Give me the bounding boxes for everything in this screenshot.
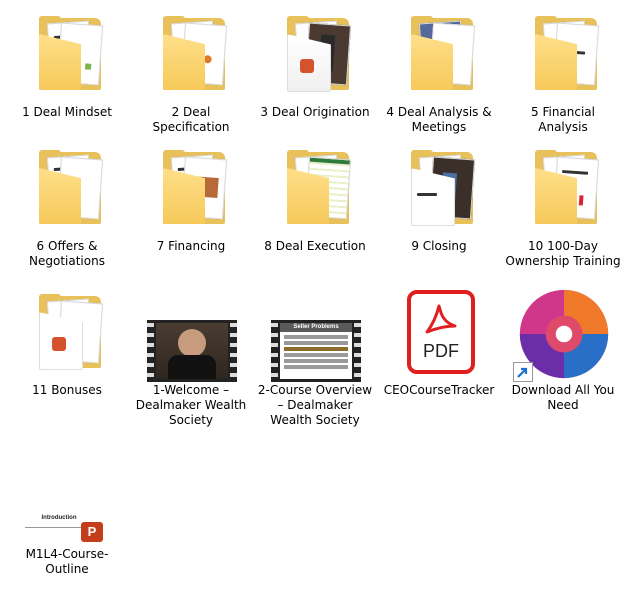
folder-item-closing[interactable]: 9 Closing [377,150,501,254]
shortcut-arrow-icon [513,362,533,382]
folder-icon [129,16,253,102]
seller-problems-title: Seller Problems [280,323,352,332]
acrobat-icon [425,304,457,334]
folder-icon [253,150,377,236]
video-item-course-overview[interactable]: Seller Problems 2-Course Overview – Deal… [253,294,377,428]
item-label: 1-Welcome – Dealmaker Wealth Society [135,383,247,427]
item-label: 9 Closing [411,239,467,253]
video-file-icon [129,294,253,382]
item-label: 10 100-Day Ownership Training [505,239,621,268]
folder-item-bonuses[interactable]: 11 Bonuses [5,294,129,398]
item-label: 11 Bonuses [32,383,102,397]
folder-icon [129,150,253,236]
item-label: 2 Deal Specification [152,105,230,134]
pdf-label: PDF [423,341,459,361]
item-label: Download All You Need [511,383,615,412]
item-label: 3 Deal Origination [260,105,370,119]
folder-icon [501,150,625,236]
item-label: 7 Financing [156,239,226,253]
item-label: 5 Financial Analysis [531,105,595,134]
pdf-item-ceo-course-tracker[interactable]: PDF CEOCourseTracker [377,290,501,398]
folder-item-financial-analysis[interactable]: 5 Financial Analysis [501,16,625,135]
folder-icon [5,294,129,380]
shortcut-item-download-all[interactable]: Download All You Need [501,289,625,413]
item-label: CEOCourseTracker [383,383,495,397]
folder-item-financing[interactable]: 7 Financing [129,150,253,254]
item-label: 1 Deal Mindset [22,105,112,119]
folder-icon [253,16,377,102]
folder-item-deal-analysis-meetings[interactable]: 4 Deal Analysis & Meetings [377,16,501,135]
folder-icon [377,16,501,102]
powerpoint-badge-icon: P [81,522,103,542]
folder-icon [377,150,501,236]
item-label: M1L4-Course-Outline [25,547,109,576]
folder-item-deal-mindset[interactable]: 1 Deal Mindset [5,16,129,120]
folder-icon [5,150,129,236]
video-file-icon: Seller Problems [253,294,377,382]
video-item-welcome[interactable]: 1-Welcome – Dealmaker Wealth Society [129,294,253,428]
item-label: 2-Course Overview – Dealmaker Wealth Soc… [257,383,373,427]
item-label: 4 Deal Analysis & Meetings [386,105,492,134]
ppt-item-course-outline[interactable]: Introduction P M1L4-Course-Outline [5,510,129,577]
powerpoint-file-icon: Introduction P [5,510,129,544]
pdf-file-icon: PDF [377,290,501,380]
folder-item-offers-negotiations[interactable]: 6 Offers & Negotiations [5,150,129,269]
folder-icon [5,16,129,102]
app-shortcut-icon [501,289,625,382]
item-label: 8 Deal Execution [264,239,366,253]
folder-item-100-day-ownership-training[interactable]: 10 100-Day Ownership Training [501,150,625,269]
folder-item-deal-origination[interactable]: 3 Deal Origination [253,16,377,120]
slide-title: Introduction [41,515,77,521]
item-label: 6 Offers & Negotiations [29,239,105,268]
folder-item-deal-specification[interactable]: 2 Deal Specification [129,16,253,135]
folder-item-deal-execution[interactable]: 8 Deal Execution [253,150,377,254]
folder-icon [501,16,625,102]
